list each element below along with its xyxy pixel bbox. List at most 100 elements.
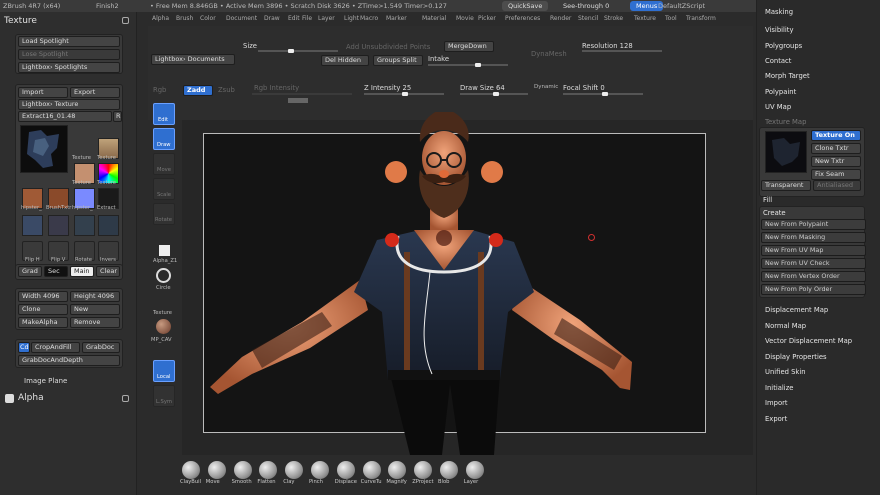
texture-thumb-10[interactable] (74, 215, 95, 236)
rgb-intensity-slider[interactable] (252, 93, 352, 95)
menu-item-material[interactable]: Material (422, 15, 446, 22)
texture-map-preview[interactable] (765, 131, 807, 173)
subpalette-polypaint[interactable]: Polypaint (765, 88, 796, 96)
menu-item-preferences[interactable]: Preferences (505, 15, 540, 22)
menu-item-stroke[interactable]: Stroke (604, 15, 623, 22)
brush-displace-icon[interactable] (336, 461, 355, 479)
r-button[interactable]: R (113, 111, 122, 122)
lightbox-documents-button[interactable]: Lightbox› Documents (151, 54, 235, 65)
crop-and-fill-button[interactable]: CropAndFill (31, 342, 80, 353)
create-new-from-uv-map-button[interactable]: New From UV Map (761, 245, 866, 256)
menu-item-marker[interactable]: Marker (386, 15, 407, 22)
size-slider[interactable] (258, 50, 338, 52)
brush-flatten-icon[interactable] (259, 461, 278, 479)
focal-shift-label[interactable]: Focal Shift 0 (563, 84, 605, 92)
size-knob[interactable] (288, 49, 294, 53)
grad-button[interactable]: Grad (18, 266, 42, 277)
subpalette-initialize[interactable]: Initialize (765, 384, 793, 392)
lose-spotlight-button[interactable]: Lose Spotlight (18, 49, 120, 60)
alpha-swatch-icon[interactable] (159, 245, 170, 256)
remove-button[interactable]: Remove (70, 317, 120, 328)
grab-doc-depth-button[interactable]: GrabDocAndDepth (18, 355, 120, 366)
create-new-from-masking-button[interactable]: New From Masking (761, 232, 866, 243)
fix-seam-button[interactable]: Fix Seam (811, 169, 861, 180)
zadd-button[interactable]: Zadd (183, 85, 213, 96)
import-button[interactable]: Import (18, 87, 68, 98)
menu-item-tool[interactable]: Tool (665, 15, 677, 22)
texture-thumb-8[interactable] (22, 215, 43, 236)
current-texture-preview[interactable] (20, 125, 68, 173)
clear-button[interactable]: Clear (96, 266, 120, 277)
brush-claybuil-icon[interactable] (182, 461, 200, 479)
menu-item-layer[interactable]: Layer (318, 15, 335, 22)
texture-title[interactable]: Texture (4, 16, 37, 26)
brush-layer-icon[interactable] (465, 461, 484, 479)
grab-doc-button[interactable]: GrabDoc (82, 342, 120, 353)
menu-item-macro[interactable]: Macro (360, 15, 378, 22)
menu-item-picker[interactable]: Picker (478, 15, 496, 22)
subpalette-polygroups[interactable]: Polygroups (765, 42, 802, 50)
z-intensity-knob[interactable] (402, 92, 408, 96)
brush-move-icon[interactable] (207, 461, 226, 479)
create-new-from-vertex-order-button[interactable]: New From Vertex Order (761, 271, 866, 282)
export-button[interactable]: Export (70, 87, 120, 98)
add-unsubdivided-label[interactable]: Add Unsubdivided Points (346, 43, 430, 51)
brush-pinch-icon[interactable] (311, 461, 329, 479)
create-new-from-uv-check-button[interactable]: New From UV Check (761, 258, 866, 269)
texture-thumb-11[interactable] (98, 215, 119, 236)
dynamesh-label[interactable]: DynaMesh (531, 50, 567, 58)
del-hidden-button[interactable]: Del Hidden (321, 55, 369, 66)
subpalette-displacement-map[interactable]: Displacement Map (765, 306, 828, 314)
cd-toggle[interactable]: Cd (18, 342, 30, 353)
brush-curvetu-icon[interactable] (362, 461, 381, 479)
secondary-color[interactable]: Sec (44, 266, 68, 277)
image-plane-item[interactable]: Image Plane (24, 377, 67, 385)
resolution-slider[interactable] (582, 50, 662, 52)
texture-on-button[interactable]: Texture On (811, 130, 861, 141)
quicksave-button[interactable]: QuickSave (502, 1, 549, 11)
material-sphere-icon[interactable] (156, 319, 171, 334)
subpalette-export[interactable]: Export (765, 415, 787, 423)
lightbox-texture-button[interactable]: Lightbox› Texture (18, 99, 120, 110)
create-new-from-polypaint-button[interactable]: New From Polypaint (761, 219, 866, 230)
alpha-title[interactable]: Alpha (18, 393, 44, 403)
menu-item-movie[interactable]: Movie (456, 15, 474, 22)
brush-smooth-icon[interactable] (233, 461, 252, 479)
see-through-slider[interactable]: See-through 0 (557, 1, 616, 11)
subpalette-unified-skin[interactable]: Unified Skin (765, 368, 806, 376)
width-slider[interactable]: Width 4096 (18, 291, 68, 302)
dynamic-toggle[interactable]: Dynamic (534, 84, 558, 90)
default-zscript[interactable]: DefaultZScript (658, 2, 705, 10)
lightbox-spotlights-button[interactable]: Lightbox› Spotlights (18, 62, 120, 73)
menu-item-render[interactable]: Render (550, 15, 571, 22)
menu-item-alpha[interactable]: Alpha (152, 15, 169, 22)
dock-icon[interactable] (122, 395, 129, 402)
load-spotlight-button[interactable]: Load Spotlight (18, 36, 120, 47)
subpalette-texture-map[interactable]: Texture Map (765, 118, 806, 126)
scroll-handle[interactable] (288, 98, 308, 103)
menu-item-stencil[interactable]: Stencil (578, 15, 598, 22)
texture-thumb-9[interactable] (48, 215, 69, 236)
new-button[interactable]: New (70, 304, 120, 315)
antialiased-button[interactable]: Antialiased (813, 180, 861, 191)
brush-magnify-icon[interactable] (388, 461, 407, 479)
menu-item-texture[interactable]: Texture (634, 15, 656, 22)
resolution-label[interactable]: Resolution 128 (582, 42, 633, 50)
clone-button[interactable]: Clone (18, 304, 68, 315)
rgb-intensity-label[interactable]: Rgb Intensity (254, 84, 299, 92)
menu-item-draw[interactable]: Draw (264, 15, 280, 22)
groups-split-button[interactable]: Groups Split (373, 55, 423, 66)
rgb-label[interactable]: Rgb (153, 86, 166, 94)
fill-item[interactable]: Fill (763, 196, 772, 204)
subpalette-import[interactable]: Import (765, 399, 788, 407)
subpalette-vector-displacement-map[interactable]: Vector Displacement Map (765, 337, 852, 345)
create-new-from-poly-order-button[interactable]: New From Poly Order (761, 284, 866, 295)
menu-item-brush[interactable]: Brush (176, 15, 193, 22)
mergedown-button[interactable]: MergeDown (444, 41, 494, 52)
brush-blob-icon[interactable] (440, 461, 458, 479)
intake-knob[interactable] (475, 63, 481, 67)
intake-slider[interactable] (428, 64, 508, 66)
create-item[interactable]: Create (763, 209, 786, 217)
focal-shift-knob[interactable] (602, 92, 608, 96)
texture-name-slider[interactable]: Extract16_01.48 (18, 111, 112, 122)
